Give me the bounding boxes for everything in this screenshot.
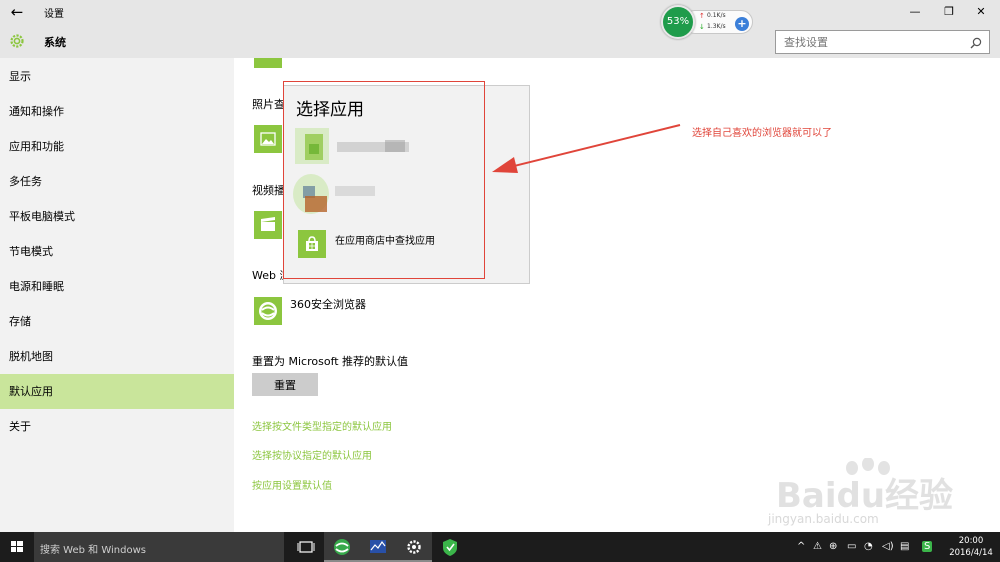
battery-icon[interactable]: ▭ bbox=[847, 541, 856, 552]
clock-date: 2016/4/14 bbox=[949, 548, 993, 558]
baidu-watermark: Baidu经验 jingyan.baidu.com bbox=[768, 458, 988, 532]
download-speed: 1.3K/s bbox=[707, 23, 726, 30]
start-button[interactable] bbox=[0, 532, 34, 562]
sidebar-item-apps-features[interactable]: 应用和功能 bbox=[0, 129, 234, 164]
sidebar-item-battery-saver[interactable]: 节电模式 bbox=[0, 234, 234, 269]
browser-360-icon bbox=[259, 302, 277, 320]
shield-icon bbox=[443, 539, 457, 556]
net-percent: 53% bbox=[661, 5, 695, 39]
chevron-up-icon[interactable]: ^ bbox=[797, 541, 805, 552]
video-player-label: 视频播 bbox=[252, 184, 285, 197]
link-by-file-type[interactable]: 选择按文件类型指定的默认应用 bbox=[252, 418, 392, 433]
upload-arrow-icon: ↑ bbox=[699, 12, 705, 20]
taskbar-app-monitor[interactable] bbox=[360, 532, 396, 562]
search-input[interactable] bbox=[776, 31, 956, 54]
annotation-arrow-icon bbox=[492, 124, 681, 173]
ime-icon[interactable]: S bbox=[922, 541, 933, 552]
tray-app-icon[interactable]: ⚠ bbox=[813, 541, 822, 552]
gear-icon bbox=[407, 540, 421, 554]
sidebar-item-storage[interactable]: 存储 bbox=[0, 304, 234, 339]
volume-icon[interactable]: ◁) bbox=[882, 541, 894, 552]
taskbar-app-settings[interactable] bbox=[396, 532, 432, 562]
taskbar-search[interactable]: 搜索 Web 和 Windows bbox=[34, 532, 284, 562]
minimize-button[interactable]: — bbox=[896, 0, 934, 24]
sidebar-item-default-apps[interactable]: 默认应用 bbox=[0, 374, 234, 409]
photo-viewer-label: 照片查 bbox=[252, 98, 285, 111]
clock[interactable]: 20:00 2016/4/14 bbox=[945, 535, 997, 559]
reset-label: 重置为 Microsoft 推荐的默认值 bbox=[252, 355, 409, 368]
photo-app-tile[interactable] bbox=[254, 125, 282, 153]
sidebar-item-display[interactable]: 显示 bbox=[0, 59, 234, 94]
annotation-text: 选择自己喜欢的浏览器就可以了 bbox=[692, 128, 832, 139]
network-icon[interactable]: ◔ bbox=[864, 541, 873, 552]
watermark-url: jingyan.baidu.com bbox=[768, 512, 879, 526]
highlight-box bbox=[283, 81, 485, 279]
close-button[interactable]: ✕ bbox=[962, 0, 1000, 24]
notification-icon[interactable]: ▤ bbox=[900, 541, 909, 552]
taskbar-app-security[interactable] bbox=[432, 532, 468, 562]
sidebar-item-tablet-mode[interactable]: 平板电脑模式 bbox=[0, 199, 234, 234]
section-title: 系统 bbox=[44, 36, 66, 49]
clock-time: 20:00 bbox=[958, 536, 984, 546]
video-app-tile[interactable] bbox=[254, 211, 282, 239]
upload-speed: 0.1K/s bbox=[707, 12, 726, 19]
sidebar-item-notifications[interactable]: 通知和操作 bbox=[0, 94, 234, 129]
download-arrow-icon: ↓ bbox=[699, 23, 705, 31]
back-button[interactable]: ← bbox=[0, 0, 34, 24]
sidebar-item-multitasking[interactable]: 多任务 bbox=[0, 164, 234, 199]
plus-icon[interactable]: + bbox=[735, 17, 749, 31]
gear-icon bbox=[8, 32, 26, 50]
window-title: 设置 bbox=[44, 9, 64, 20]
browser-app-tile[interactable] bbox=[254, 297, 282, 325]
sidebar: 显示 通知和操作 应用和功能 多任务 平板电脑模式 节电模式 电源和睡眠 存储 … bbox=[0, 58, 234, 532]
film-icon bbox=[261, 217, 275, 231]
sidebar-item-offline-maps[interactable]: 脱机地图 bbox=[0, 339, 234, 374]
arrow-left-icon: ← bbox=[10, 3, 24, 21]
taskbar-app-360[interactable] bbox=[324, 532, 360, 562]
monitor-app-icon bbox=[370, 540, 386, 553]
browser-360-icon bbox=[334, 539, 350, 555]
search-icon[interactable] bbox=[969, 35, 983, 49]
reset-button[interactable]: 重置 bbox=[252, 373, 318, 396]
sidebar-item-about[interactable]: 关于 bbox=[0, 409, 234, 444]
task-view-icon bbox=[297, 541, 315, 553]
image-icon bbox=[260, 132, 276, 146]
tray-plus-icon[interactable]: ⊕ bbox=[829, 541, 837, 552]
watermark-text: Baidu经验 bbox=[776, 476, 954, 516]
link-by-app[interactable]: 按应用设置默认值 bbox=[252, 477, 332, 492]
browser-name[interactable]: 360安全浏览器 bbox=[290, 296, 366, 312]
taskbar-search-text: 搜索 Web 和 Windows bbox=[40, 545, 146, 556]
search-box[interactable] bbox=[775, 30, 990, 54]
windows-logo-icon bbox=[11, 541, 23, 552]
network-speed-widget[interactable]: 53% ↑ 0.1K/s ↓ 1.3K/s + bbox=[661, 5, 754, 39]
title-bar: ← 设置 — ❐ ✕ bbox=[0, 0, 1000, 24]
sidebar-item-power-sleep[interactable]: 电源和睡眠 bbox=[0, 269, 234, 304]
link-by-protocol[interactable]: 选择按协议指定的默认应用 bbox=[252, 447, 372, 462]
header: 系统 bbox=[0, 24, 1000, 58]
taskbar: 搜索 Web 和 Windows ^ ⚠ ⊕ ▭ ◔ ◁) ▤ S 20:00 … bbox=[0, 532, 1000, 562]
task-view-button[interactable] bbox=[288, 532, 324, 562]
